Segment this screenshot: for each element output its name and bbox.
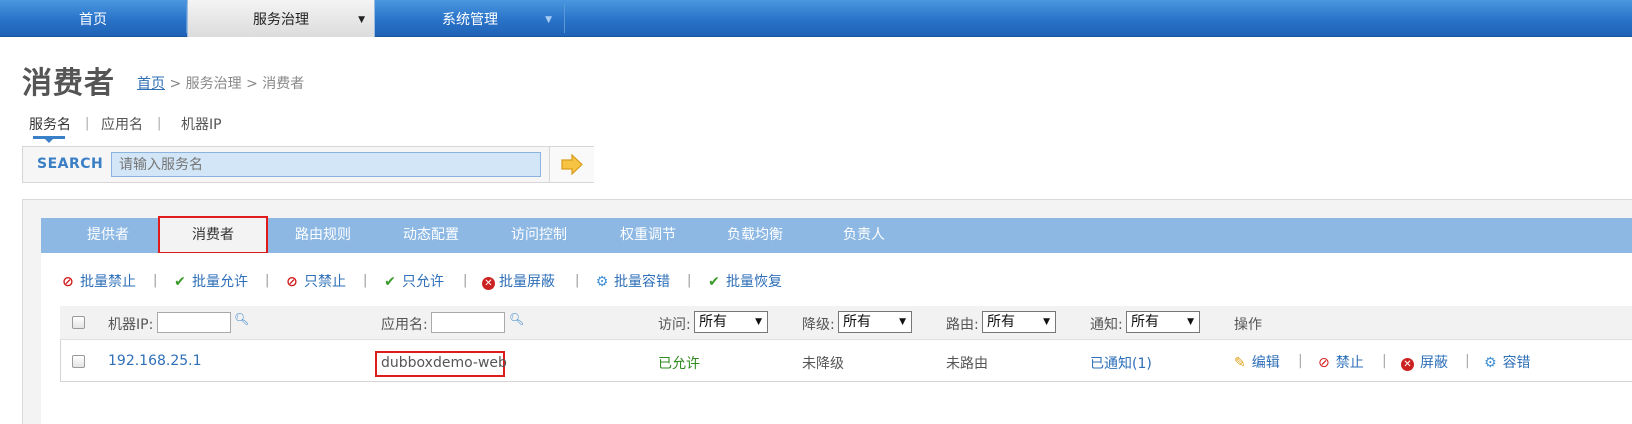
row-degrade-status: 未降级 [802,356,844,372]
batch-restore-button[interactable]: ✔ 批量恢复 [706,271,782,291]
row-access-status: 已允许 [658,356,700,372]
search-tab-divider: | [157,116,162,131]
allow-only-button[interactable]: ✔ 只允许 [382,271,444,291]
degrade-filter-select[interactable]: 所有 ▼ [838,311,912,333]
nav-service-governance[interactable]: 服务治理 ▼ [187,0,375,37]
header-access: 访问: [658,317,691,333]
action-divider: | [363,273,368,288]
batch-allow-button[interactable]: ✔ 批量允许 [172,271,248,291]
chevron-down-icon: ▼ [1187,317,1194,327]
search-tab-app[interactable]: 应用名 [101,114,143,134]
x-circle-icon: ✕ [1401,358,1414,371]
header-notify: 通知: [1090,317,1123,333]
breadcrumb-home-link[interactable]: 首页 [137,76,165,92]
header-route: 路由: [946,317,979,333]
breadcrumb-trail: > 服务治理 > 消费者 [165,76,305,92]
chevron-down-icon: ▼ [358,15,365,25]
row-shield-button[interactable]: ✕ 屏蔽 [1401,352,1448,372]
ban-icon: ⊘ [62,274,74,290]
op-divider: | [1465,353,1470,369]
forbid-only-button[interactable]: ⊘ 只禁止 [284,271,346,291]
tab-access-control[interactable]: 访问控制 [484,218,594,253]
search-icon[interactable]: 🔍︎ [509,312,524,326]
ip-filter-input[interactable] [157,312,231,333]
row-notify-link[interactable]: 已通知(1) [1090,353,1152,373]
access-filter-select[interactable]: 所有 ▼ [694,311,768,333]
tab-consumers[interactable]: 消费者 [158,216,268,254]
ban-icon: ⊘ [286,274,298,290]
tab-weights[interactable]: 权重调节 [593,218,703,253]
search-button[interactable] [549,147,594,182]
header-app: 应用名: [381,317,428,333]
row-checkbox[interactable] [72,355,85,368]
search-icon[interactable]: 🔍︎ [234,312,249,326]
nav-system-management[interactable]: 系统管理 ▼ [376,0,564,37]
check-icon: ✔ [174,274,186,290]
notify-filter-select[interactable]: 所有 ▼ [1126,311,1200,333]
action-divider: | [153,273,158,288]
x-circle-icon: ✕ [482,277,495,290]
arrow-right-icon [561,153,583,176]
tab-load-balance[interactable]: 负载均衡 [700,218,810,253]
nav-divider [564,4,565,33]
search-bar: SEARCH [22,146,594,183]
check-icon: ✔ [384,274,396,290]
action-divider: | [687,273,692,288]
action-divider: | [463,273,468,288]
select-all-checkbox[interactable] [72,316,85,329]
page-title: 消费者 [22,66,115,101]
search-tab-ip[interactable]: 机器IP [181,114,222,134]
action-divider: | [575,273,580,288]
route-filter-select[interactable]: 所有 ▼ [982,311,1056,333]
gear-icon: ⚙ [1484,355,1497,371]
app-filter-input[interactable] [431,312,505,333]
row-forbid-button[interactable]: ⊘ 禁止 [1318,352,1364,372]
row-ip-link[interactable]: 192.168.25.1 [108,353,202,369]
nav-home[interactable]: 首页 [0,0,186,37]
batch-forbid-button[interactable]: ⊘ 批量禁止 [60,271,136,291]
batch-shield-button[interactable]: ✕ 批量屏蔽 [482,271,555,291]
search-tab-service[interactable]: 服务名 [29,114,71,134]
row-tolerate-button[interactable]: ⚙ 容错 [1484,352,1531,372]
chevron-down-icon: ▼ [1043,317,1050,327]
tab-dynamic-config[interactable]: 动态配置 [376,218,486,253]
ban-icon: ⊘ [1318,355,1330,371]
chevron-down-icon: ▼ [899,317,906,327]
row-edit-button[interactable]: ✎ 编辑 [1234,352,1280,372]
header-degrade: 降级: [802,317,835,333]
search-label: SEARCH [37,156,104,172]
chevron-down-icon: ▼ [755,317,762,327]
op-divider: | [1382,353,1387,369]
search-input[interactable] [111,152,541,177]
action-divider: | [265,273,270,288]
check-icon: ✔ [708,274,720,290]
search-tab-indicator-arrow [45,139,53,143]
tab-routes[interactable]: 路由规则 [268,218,378,253]
search-tab-divider: | [85,116,90,131]
row-route-status: 未路由 [946,356,988,372]
tab-providers[interactable]: 提供者 [58,218,158,253]
gear-icon: ⚙ [595,274,609,290]
op-divider: | [1298,353,1303,369]
header-ip: 机器IP: [108,317,154,333]
batch-tolerate-button[interactable]: ⚙ 批量容错 [594,271,670,291]
chevron-down-icon: ▼ [545,15,552,25]
breadcrumb: 首页 > 服务治理 > 消费者 [137,73,304,93]
tab-owners[interactable]: 负责人 [809,218,919,253]
row-app-name: dubboxdemo-web [375,351,507,377]
pencil-icon: ✎ [1234,355,1246,371]
header-operations: 操作 [1234,317,1262,333]
